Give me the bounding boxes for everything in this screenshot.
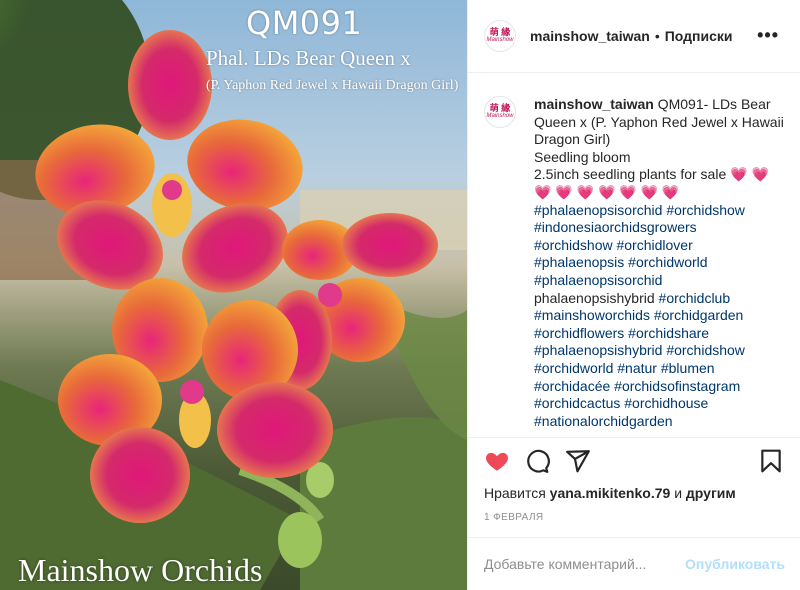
caption-username-link[interactable]: mainshow_taiwan bbox=[534, 96, 654, 112]
watermark-code: QM091 bbox=[246, 4, 363, 42]
avatar[interactable]: 萌 緣 Mainshow bbox=[484, 20, 516, 52]
avatar-text: 萌 緣 bbox=[489, 27, 511, 37]
caption-line: phalaenopsishybrid #orchidclub bbox=[534, 290, 784, 308]
hashtag[interactable]: #orchidclub bbox=[659, 290, 731, 306]
caption-avatar[interactable]: 萌 緣 Mainshow bbox=[484, 96, 516, 128]
heart-filled-icon[interactable] bbox=[484, 448, 510, 474]
hashtag-line[interactable]: #orchidcactus #orchidhouse bbox=[534, 395, 784, 413]
likes-and: и bbox=[674, 485, 683, 501]
hashtag-line[interactable]: #orchidshow #orchidlover bbox=[534, 237, 784, 255]
heart-emoji-row: 💗 💗 💗 💗 💗 💗 💗 bbox=[534, 183, 680, 200]
hashtag-line[interactable]: #mainshoworchids #orchidgarden bbox=[534, 307, 784, 325]
avatar-sub: Mainshow bbox=[486, 37, 514, 43]
publish-button[interactable]: Опубликовать bbox=[685, 556, 785, 572]
hashtag-line[interactable]: #indonesiaorchidsgrowers bbox=[534, 219, 784, 237]
caption: 萌 緣 Mainshow mainshow_taiwan QM091- LDs … bbox=[484, 96, 789, 434]
comment-input[interactable] bbox=[484, 556, 674, 572]
caption-plain-word: phalaenopsishybrid bbox=[534, 289, 655, 306]
liker-username-link[interactable]: yana.mikitenko.79 bbox=[550, 485, 671, 501]
instagram-post: QM091 Phal. LDs Bear Queen x (P. Yaphon … bbox=[0, 0, 800, 590]
post-header: 萌 緣 Mainshow mainshow_taiwan • Подписки … bbox=[468, 0, 800, 73]
more-horizontal-icon[interactable]: ••• bbox=[757, 26, 779, 44]
hashtag-line[interactable]: #phalaenopsisorchid bbox=[534, 272, 784, 290]
separator-dot: • bbox=[654, 28, 660, 44]
hashtag-line[interactable]: #phalaenopsisorchid #orchidshow bbox=[534, 202, 784, 220]
hashtag-line[interactable]: #orchidacée #orchidsofinstagram bbox=[534, 378, 784, 396]
bookmark-icon[interactable] bbox=[758, 448, 784, 474]
comment-icon[interactable] bbox=[524, 448, 550, 474]
comment-bar: Опубликовать bbox=[468, 537, 800, 590]
watermark-title: Phal. LDs Bear Queen x bbox=[206, 46, 411, 70]
post-date[interactable]: 1 ФЕВРАЛЯ bbox=[484, 512, 544, 523]
hashtag-line[interactable]: #orchidworld #natur #blumen bbox=[534, 360, 784, 378]
caption-sale-text: 2.5inch seedling plants for sale bbox=[534, 166, 727, 183]
watermark-subtitle: (P. Yaphon Red Jewel x Hawaii Dragon Gir… bbox=[206, 78, 459, 93]
hashtag-line[interactable]: #phalaenopsishybrid #orchidshow bbox=[534, 342, 784, 360]
likes-prefix: Нравится bbox=[484, 485, 546, 501]
post-side-panel: 萌 緣 Mainshow mainshow_taiwan • Подписки … bbox=[467, 0, 800, 590]
hashtag-line[interactable]: #orchidflowers #orchidshare bbox=[534, 325, 784, 343]
caption-line: Seedling bloom bbox=[534, 148, 631, 165]
following-button[interactable]: Подписки bbox=[665, 28, 733, 44]
caption-body: mainshow_taiwan QM091- LDs Bear Queen x … bbox=[534, 96, 784, 434]
action-bar bbox=[468, 437, 800, 481]
avatar-text: 萌 緣 bbox=[489, 103, 511, 113]
header-username-link[interactable]: mainshow_taiwan bbox=[530, 28, 650, 44]
hashtag-line[interactable]: #phalaenopsis #orchidworld bbox=[534, 254, 784, 272]
share-icon[interactable] bbox=[565, 448, 591, 474]
heart-emoji: 💗 💗 bbox=[730, 166, 769, 183]
watermark-brand: Mainshow Orchids bbox=[18, 552, 263, 588]
caption-line: 2.5inch seedling plants for sale 💗 💗 bbox=[534, 166, 784, 184]
hashtag-line[interactable]: #nationalorchidgarden bbox=[534, 413, 784, 431]
others-link[interactable]: другим bbox=[686, 485, 736, 501]
avatar-sub: Mainshow bbox=[486, 113, 514, 119]
likes-summary: Нравится yana.mikitenko.79 и другим bbox=[484, 485, 736, 501]
post-photo[interactable]: QM091 Phal. LDs Bear Queen x (P. Yaphon … bbox=[0, 0, 467, 590]
